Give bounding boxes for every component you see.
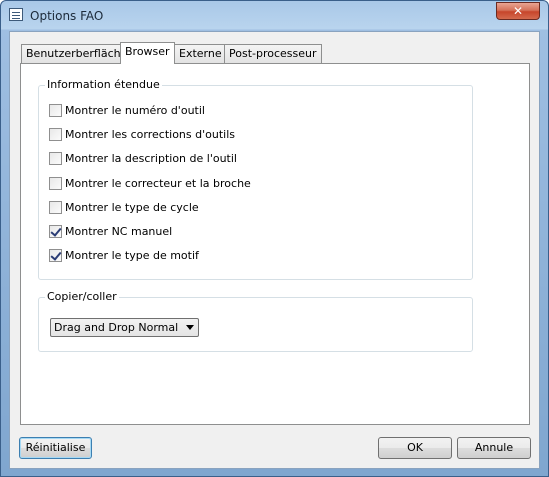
copy-paste-mode-select[interactable]: Drag and Drop Normal	[50, 318, 199, 337]
option-label: Montrer les corrections d'outils	[65, 128, 235, 141]
checkbox-show-tool-corrections[interactable]	[49, 128, 62, 141]
ok-button[interactable]: OK	[378, 437, 452, 459]
option-label: Montrer la description de l'outil	[65, 152, 237, 165]
tab-benutzeroberflaeche[interactable]: Benutzerberfläche	[21, 44, 133, 63]
reset-button[interactable]: Réinitialise	[19, 437, 92, 459]
checkbox-show-tool-number[interactable]	[49, 104, 62, 117]
copier-coller-title: Copier/coller	[45, 290, 119, 303]
checkbox-show-cycle-type[interactable]	[49, 201, 62, 214]
option-label: Montrer le correcteur et la broche	[65, 177, 251, 190]
checkbox-show-manual-nc[interactable]	[49, 225, 62, 238]
window-list-icon	[9, 8, 23, 21]
option-label: Montrer le type de cycle	[65, 201, 199, 214]
option-label: Montrer NC manuel	[65, 225, 173, 238]
tab-externe[interactable]: Externe	[174, 44, 227, 63]
close-button[interactable]: ✕	[496, 2, 540, 20]
tab-browser[interactable]: Browser	[120, 42, 175, 64]
option-label: Montrer le numéro d'outil	[65, 104, 205, 117]
tab-post-processeur[interactable]: Post-processeur	[224, 44, 322, 63]
window-title: Options FAO	[30, 9, 104, 23]
browser-tab-panel: Information étendue Montrer le numéro d'…	[20, 63, 530, 425]
copy-paste-mode-value: Drag and Drop Normal	[54, 321, 179, 334]
checkbox-show-pattern-type[interactable]	[49, 249, 62, 262]
options-dialog: Options FAO ✕ Benutzerberfläche Browser …	[0, 0, 549, 477]
information-etendue-title: Information étendue	[45, 78, 162, 91]
title-bar: Options FAO ✕	[1, 1, 548, 30]
chevron-down-icon	[186, 325, 194, 330]
checkbox-show-tool-description[interactable]	[49, 152, 62, 165]
copier-coller-group: Copier/coller Drag and Drop Normal	[38, 290, 473, 352]
cancel-button[interactable]: Annule	[457, 437, 531, 459]
dialog-client-area: Benutzerberfläche Browser Externe Post-p…	[9, 31, 540, 469]
checkbox-show-corrector-spindle[interactable]	[49, 177, 62, 190]
option-label: Montrer le type de motif	[65, 249, 199, 262]
information-etendue-group: Information étendue Montrer le numéro d'…	[38, 78, 473, 280]
